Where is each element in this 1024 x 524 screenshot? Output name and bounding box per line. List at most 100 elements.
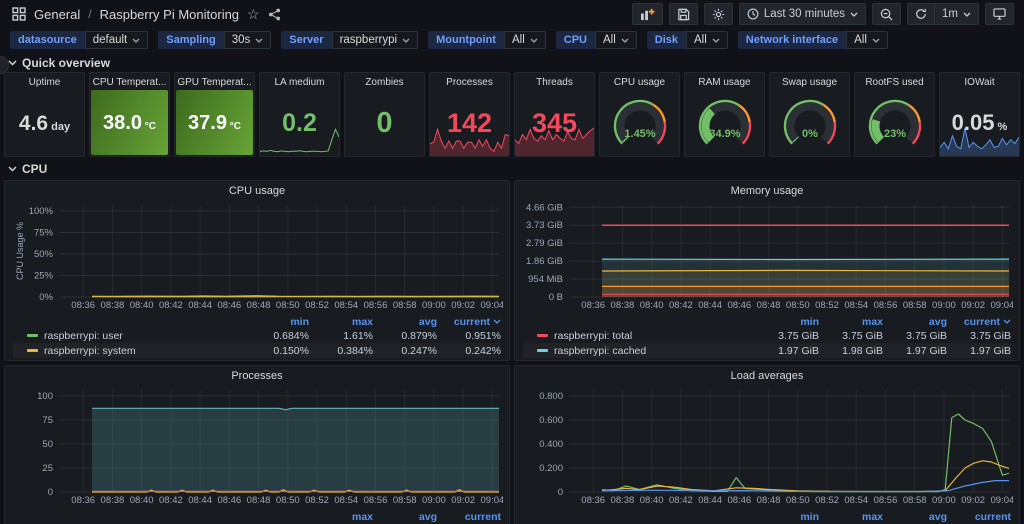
legend-col-max[interactable]: max <box>819 316 883 328</box>
legend-value: 3.75 GiB <box>883 330 947 342</box>
dashboards-grid-icon[interactable] <box>12 7 26 21</box>
star-icon[interactable]: ☆ <box>247 6 260 23</box>
breadcrumb-folder[interactable]: General <box>34 7 80 22</box>
svg-text:08:58: 08:58 <box>903 495 927 506</box>
legend-col-current[interactable]: current <box>437 511 501 523</box>
add-panel-button[interactable] <box>632 3 663 25</box>
filter-value-server[interactable]: raspberrypi <box>332 31 419 49</box>
legend-col-avg[interactable]: avg <box>373 316 437 328</box>
legend-col-avg[interactable]: avg <box>373 511 437 523</box>
filter-value-disk[interactable]: All <box>686 31 728 49</box>
svg-text:08:58: 08:58 <box>903 300 927 311</box>
chevron-down-icon <box>712 38 720 43</box>
panel-title[interactable]: LA medium <box>260 73 339 90</box>
stat-panel-threads: Threads345 <box>514 72 595 157</box>
legend-series-name: raspberrypi: total <box>554 330 632 342</box>
legend-col-min[interactable]: min <box>245 316 309 328</box>
legend-col-max[interactable]: max <box>309 511 373 523</box>
panel-title[interactable]: CPU Temperat... <box>90 73 169 90</box>
memory-usage-plot[interactable]: 0 B954 MiB1.86 GiB2.79 GiB3.73 GiB4.66 G… <box>523 201 1013 311</box>
svg-text:09:04: 09:04 <box>481 300 503 311</box>
svg-text:0 B: 0 B <box>549 292 563 303</box>
filter-label-network-interface[interactable]: Network interface <box>738 31 846 49</box>
stat-panel-gpu-temperat: GPU Temperat...37.9 °C <box>174 72 255 157</box>
stat-body-threads: 345 <box>515 90 594 156</box>
gauge: 0% <box>774 95 846 151</box>
refresh-interval-dropdown[interactable]: 1m <box>934 3 979 25</box>
legend-value: 0.247% <box>373 345 437 357</box>
stat-body-cpu-temperat: 38.0 °C <box>91 90 168 155</box>
legend-series-raspberrypi-cached[interactable]: raspberrypi: cached <box>523 345 755 357</box>
legend-header: minmaxavgcurrent <box>13 315 501 328</box>
panel-title[interactable]: RAM usage <box>685 73 764 90</box>
legend-col-min[interactable]: min <box>755 511 819 523</box>
legend-series-name: raspberrypi: system <box>44 345 136 357</box>
filter-value-cpu[interactable]: All <box>595 31 637 49</box>
stat-body-iowait: 0.05 % <box>940 90 1019 156</box>
filter-label-mountpoint[interactable]: Mountpoint <box>428 31 504 49</box>
legend-value: 3.75 GiB <box>819 330 883 342</box>
svg-text:08:40: 08:40 <box>640 300 664 311</box>
panel-title[interactable]: Threads <box>515 73 594 90</box>
panel-title[interactable]: Processes <box>13 370 501 386</box>
filter-value-network-interface[interactable]: All <box>846 31 888 49</box>
svg-text:08:40: 08:40 <box>130 300 154 311</box>
panel-title[interactable]: Uptime <box>5 73 84 90</box>
legend-col-min[interactable]: min <box>755 316 819 328</box>
filter-value-sampling[interactable]: 30s <box>224 31 272 49</box>
panel-title[interactable]: Zombies <box>345 73 424 90</box>
panel-title[interactable]: Swap usage <box>770 73 849 90</box>
panel-title[interactable]: CPU usage <box>600 73 679 90</box>
svg-text:08:46: 08:46 <box>727 495 751 506</box>
svg-text:08:48: 08:48 <box>247 300 271 311</box>
chevron-down-icon <box>621 38 629 43</box>
legend-series-raspberrypi-system[interactable]: raspberrypi: system <box>13 345 245 357</box>
legend-col-current[interactable]: current <box>947 511 1011 523</box>
filter-label-datasource[interactable]: datasource <box>10 31 85 49</box>
breadcrumb-dashboard-title[interactable]: Raspberry Pi Monitoring <box>100 7 239 22</box>
legend-col-current[interactable]: current <box>947 316 1011 328</box>
panel-title[interactable]: RootFS used <box>855 73 934 90</box>
stat-body-zombies: 0 <box>345 90 424 156</box>
filter-value-mountpoint[interactable]: All <box>504 31 546 49</box>
save-dashboard-button[interactable] <box>669 3 698 25</box>
svg-text:0.600: 0.600 <box>539 415 563 426</box>
gauge: 23% <box>859 95 931 151</box>
load-averages-plot[interactable]: 00.2000.4000.6000.80008:3608:3808:4008:4… <box>523 386 1013 506</box>
refresh-button[interactable] <box>907 3 934 25</box>
panel-title[interactable]: IOWait <box>940 73 1019 90</box>
panel-title[interactable]: Memory usage <box>523 185 1011 201</box>
filter-label-server[interactable]: Server <box>281 31 331 49</box>
dashboard-settings-button[interactable] <box>704 3 733 25</box>
filter-label-cpu[interactable]: CPU <box>556 31 595 49</box>
filter-value-datasource[interactable]: default <box>85 31 149 49</box>
legend-col-max[interactable]: max <box>819 511 883 523</box>
legend-series-name: raspberrypi: cached <box>554 345 646 357</box>
processes-plot[interactable]: 025507510008:3608:3808:4008:4208:4408:46… <box>13 386 503 506</box>
filter-label-disk[interactable]: Disk <box>647 31 686 49</box>
section-cpu[interactable]: CPU <box>0 160 1024 177</box>
chevron-down-icon <box>402 38 410 43</box>
svg-text:34.9%: 34.9% <box>709 128 740 140</box>
section-quick-overview[interactable]: Quick overview <box>0 54 1024 71</box>
time-range-picker[interactable]: Last 30 minutes <box>739 3 866 25</box>
chevron-down-icon <box>1003 319 1011 324</box>
share-icon[interactable] <box>268 8 281 21</box>
legend-col-avg[interactable]: avg <box>883 511 947 523</box>
panel-title[interactable]: CPU usage <box>13 185 501 201</box>
stat-body-uptime: 4.6 day <box>5 90 84 156</box>
panel-title[interactable]: GPU Temperat... <box>175 73 254 90</box>
legend-col-current[interactable]: current <box>437 316 501 328</box>
legend-col-avg[interactable]: avg <box>883 316 947 328</box>
cpu-usage-plot[interactable]: 0%25%50%75%100%08:3608:3808:4008:4208:44… <box>13 201 503 311</box>
svg-text:08:42: 08:42 <box>159 495 183 506</box>
zoom-out-button[interactable] <box>872 3 901 25</box>
filter-label-sampling[interactable]: Sampling <box>158 31 224 49</box>
legend-col-max[interactable]: max <box>309 316 373 328</box>
svg-text:08:42: 08:42 <box>159 300 183 311</box>
legend-series-raspberrypi-user[interactable]: raspberrypi: user <box>13 330 245 342</box>
legend-series-raspberrypi-total[interactable]: raspberrypi: total <box>523 330 755 342</box>
panel-title[interactable]: Load averages <box>523 370 1011 386</box>
panel-title[interactable]: Processes <box>430 73 509 90</box>
cycle-view-mode-button[interactable] <box>985 3 1014 25</box>
